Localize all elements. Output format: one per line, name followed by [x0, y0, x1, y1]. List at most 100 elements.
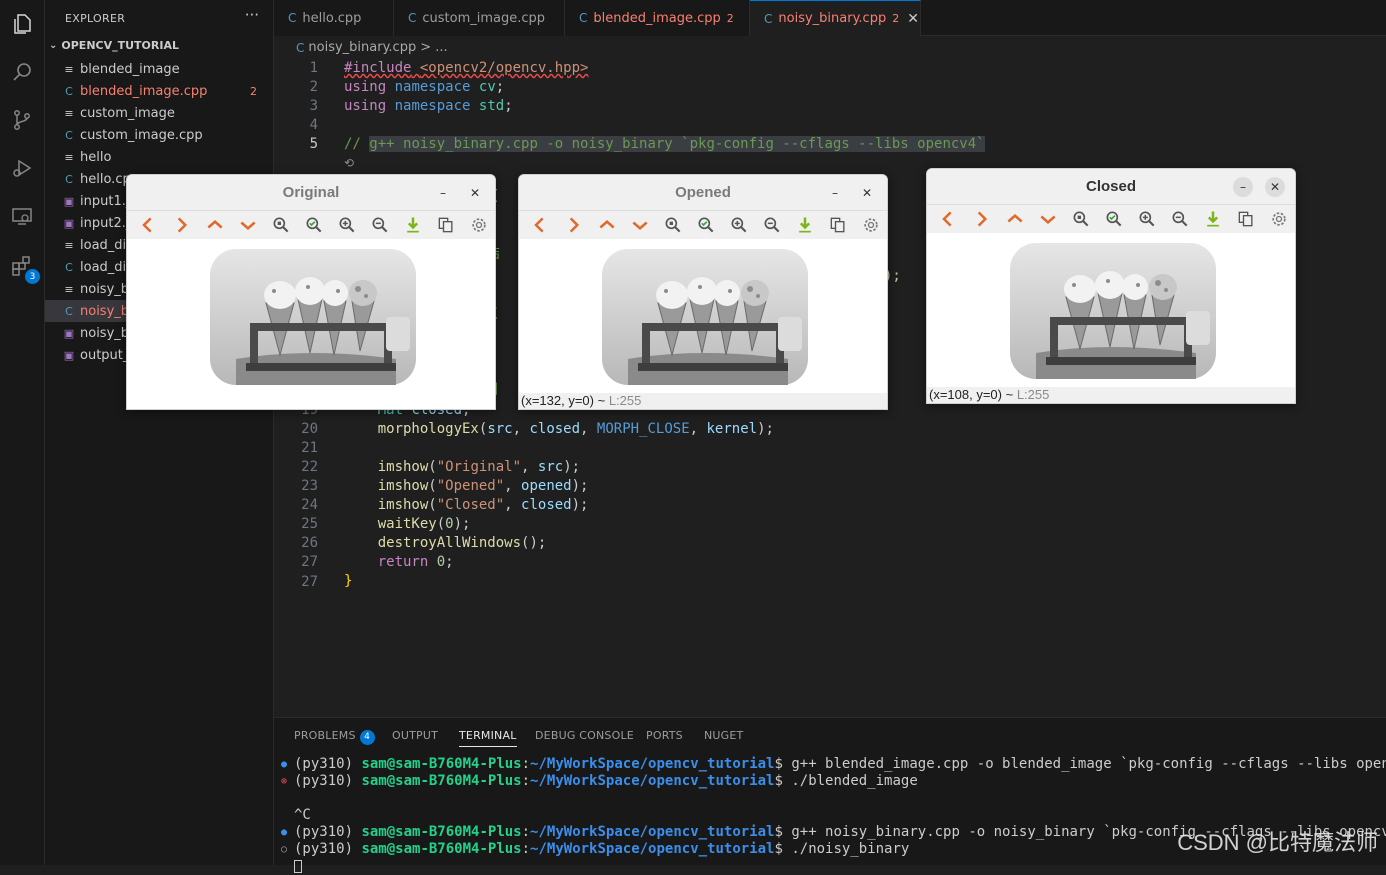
close-icon[interactable]: ✕ — [907, 11, 919, 27]
settings-icon[interactable] — [1262, 207, 1295, 231]
minimize-icon[interactable]: – — [433, 183, 453, 203]
line-number: 26 — [301, 535, 318, 551]
window-status: (x=132, y=0) ~ L:255 — [519, 393, 887, 409]
extensions-icon[interactable]: 3 — [8, 252, 40, 284]
image-view[interactable] — [200, 239, 424, 391]
more-actions-icon[interactable]: ··· — [245, 6, 259, 24]
window-closed[interactable]: Closed – ✕ (x=108, y=0) ~ L:255 — [926, 168, 1296, 404]
line-number: 21 — [301, 440, 318, 456]
file-item[interactable]: Ccustom_image.cpp — [45, 124, 273, 146]
tab-nuget[interactable]: NUGET — [704, 729, 743, 742]
remote-explorer-icon[interactable] — [8, 202, 36, 230]
tab-ports[interactable]: PORTS — [646, 729, 683, 742]
folder-header[interactable]: ⌄ OPENCV_TUTORIAL — [49, 39, 179, 52]
settings-icon[interactable] — [854, 213, 887, 237]
arrow-left-icon[interactable] — [525, 213, 558, 237]
tab-output[interactable]: OUTPUT — [392, 729, 438, 742]
search-icon[interactable] — [8, 58, 36, 86]
code-line-21: imshow("Original", src); — [377, 459, 581, 475]
tab-error-count: 2 — [726, 11, 734, 25]
zoom-out-icon[interactable] — [363, 213, 396, 237]
zoom-fit-icon[interactable] — [690, 213, 723, 237]
arrow-right-icon[interactable] — [558, 213, 591, 237]
cpp-file-icon: C — [65, 128, 73, 142]
zoom-reset-icon[interactable] — [265, 213, 298, 237]
file-item[interactable]: ≡ blended_image — [45, 58, 273, 80]
zoom-fit-icon[interactable] — [1098, 207, 1131, 231]
ai-hint-icon[interactable]: ⟲ — [344, 154, 354, 173]
cpp-file-icon: C — [65, 172, 73, 186]
copy-icon[interactable] — [821, 213, 854, 237]
copy-icon[interactable] — [1229, 207, 1262, 231]
file-item[interactable]: ≡ hello — [45, 146, 273, 168]
file-item[interactable]: ≡ custom_image — [45, 102, 273, 124]
tab-label: custom_image.cpp — [422, 10, 546, 26]
arrow-right-icon[interactable] — [966, 207, 999, 231]
save-icon[interactable] — [396, 213, 429, 237]
window-titlebar[interactable]: Original – ✕ — [127, 175, 495, 211]
tab-error-count: 2 — [892, 12, 900, 25]
minimize-icon[interactable]: – — [1233, 177, 1253, 197]
file-item[interactable]: Cblended_image.cpp 2 — [45, 80, 273, 102]
tab-hello-cpp[interactable]: C hello.cpp — [274, 0, 394, 36]
files-icon[interactable] — [8, 10, 36, 38]
run-debug-icon[interactable] — [8, 154, 36, 182]
arrow-up-icon[interactable] — [591, 213, 624, 237]
code-line-23: imshow("Closed", closed); — [377, 497, 589, 513]
window-titlebar[interactable]: Opened – ✕ — [519, 175, 887, 211]
zoom-out-icon[interactable] — [755, 213, 788, 237]
zoom-in-icon[interactable] — [1130, 207, 1163, 231]
cpp-file-icon: C — [296, 40, 305, 55]
arrow-left-icon[interactable] — [933, 207, 966, 231]
window-titlebar[interactable]: Closed – ✕ — [927, 169, 1295, 205]
arrow-up-icon[interactable] — [199, 213, 232, 237]
settings-icon[interactable] — [462, 213, 495, 237]
binary-file-icon: ≡ — [64, 282, 74, 296]
window-opened[interactable]: Opened – ✕ (x=132, y=0) ~ L:255 — [518, 174, 888, 410]
tab-noisy-binary-cpp[interactable]: C noisy_binary.cpp 2 ✕ — [750, 0, 921, 36]
window-original[interactable]: Original – ✕ — [126, 174, 496, 410]
zoom-reset-icon[interactable] — [657, 213, 690, 237]
line-number: 25 — [301, 516, 318, 532]
cpp-file-icon: C — [764, 11, 773, 26]
copy-icon[interactable] — [429, 213, 462, 237]
close-icon[interactable]: ✕ — [1265, 177, 1285, 197]
zoom-reset-icon[interactable] — [1065, 207, 1098, 231]
command-success-icon: ● — [281, 759, 288, 770]
zoom-in-icon[interactable] — [330, 213, 363, 237]
tab-blended-image-cpp[interactable]: C blended_image.cpp 2 — [565, 0, 750, 36]
tab-problems[interactable]: PROBLEMS 4 — [294, 729, 375, 745]
save-icon[interactable] — [1196, 207, 1229, 231]
tab-custom-image-cpp[interactable]: C custom_image.cpp — [394, 0, 565, 36]
tab-terminal[interactable]: TERMINAL — [459, 729, 517, 747]
arrow-down-icon[interactable] — [624, 213, 657, 237]
arrow-up-icon[interactable] — [999, 207, 1032, 231]
breadcrumb-file[interactable]: noisy_binary.cpp — [308, 40, 416, 55]
image-view[interactable] — [1000, 233, 1224, 385]
tab-debug-console[interactable]: DEBUG CONSOLE — [535, 729, 634, 742]
minimize-icon[interactable]: – — [825, 183, 845, 203]
close-icon[interactable]: ✕ — [857, 183, 877, 203]
arrow-left-icon[interactable] — [133, 213, 166, 237]
chevron-down-icon: ⌄ — [49, 40, 58, 51]
arrow-down-icon[interactable] — [232, 213, 265, 237]
code-line-19: morphologyEx(src, closed, MORPH_CLOSE, k… — [377, 421, 774, 437]
arrow-down-icon[interactable] — [1032, 207, 1065, 231]
terminal-line: (py310) sam@sam-B760M4-Plus:~/MyWorkSpac… — [294, 756, 1386, 772]
zoom-fit-icon[interactable] — [298, 213, 331, 237]
source-control-icon[interactable] — [8, 106, 36, 134]
command-running-icon: ○ — [281, 844, 288, 855]
line-number: 2 — [309, 79, 318, 95]
binary-file-icon: ≡ — [64, 62, 74, 76]
code-line-24: waitKey(0); — [377, 516, 471, 532]
cpp-file-icon: C — [408, 11, 417, 25]
line-number: 1 — [309, 60, 318, 76]
save-icon[interactable] — [788, 213, 821, 237]
image-view[interactable] — [592, 239, 816, 391]
zoom-out-icon[interactable] — [1163, 207, 1196, 231]
arrow-right-icon[interactable] — [166, 213, 199, 237]
cpp-file-icon: C — [288, 11, 297, 25]
image-toolbar — [927, 205, 1295, 233]
zoom-in-icon[interactable] — [722, 213, 755, 237]
close-icon[interactable]: ✕ — [465, 183, 485, 203]
